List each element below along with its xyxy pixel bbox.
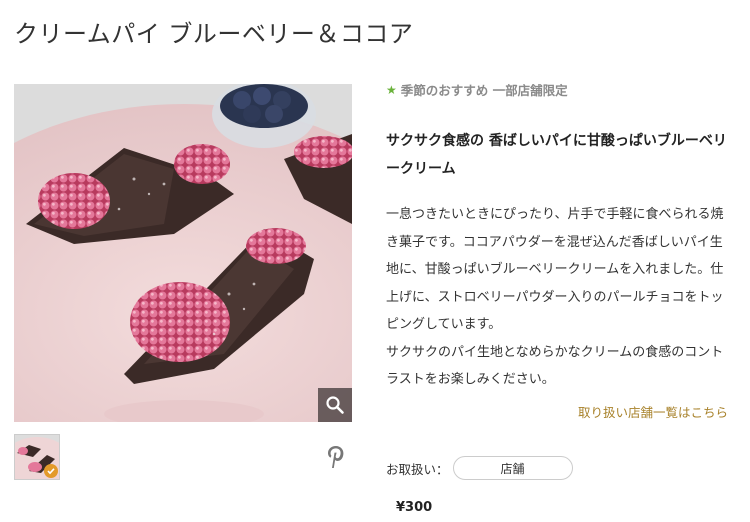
star-icon: ★ xyxy=(386,82,397,97)
product-title: クリームパイ ブルーベリー＆ココア xyxy=(14,20,414,48)
handling-row: お取扱い： 店舗 xyxy=(386,456,573,480)
seasonal-tag: ★ 季節のおすすめ 一部店舗限定 xyxy=(386,80,731,99)
product-headline: サクサク食感の 香ばしいパイに甘酸っぱいブルーベリークリーム xyxy=(386,133,727,177)
pinterest-share-button[interactable] xyxy=(326,444,346,470)
product-image[interactable] xyxy=(14,84,352,422)
cream-pie-photo xyxy=(14,84,352,422)
selected-badge xyxy=(44,464,58,478)
pinterest-icon xyxy=(328,446,344,468)
zoom-button[interactable] xyxy=(318,388,352,422)
magnifier-icon xyxy=(326,396,344,414)
thumbnail-image[interactable] xyxy=(14,434,60,480)
product-description: 一息つきたいときにぴったり、片手で手軽に食べられる焼き菓子です。ココアパウダーを… xyxy=(386,207,724,387)
handling-label: お取扱い： xyxy=(386,461,449,477)
product-info: ★ 季節のおすすめ 一部店舗限定 サクサク食感の 香ばしいパイに甘酸っぱいブルー… xyxy=(386,80,731,394)
tagline-text: 季節のおすすめ 一部店舗限定 xyxy=(400,83,568,98)
handling-badge: 店舗 xyxy=(452,456,573,480)
check-icon xyxy=(47,468,55,475)
store-list-link[interactable]: 取り扱い店舗一覧はこちら xyxy=(578,402,728,421)
price: ¥300 xyxy=(396,500,433,515)
